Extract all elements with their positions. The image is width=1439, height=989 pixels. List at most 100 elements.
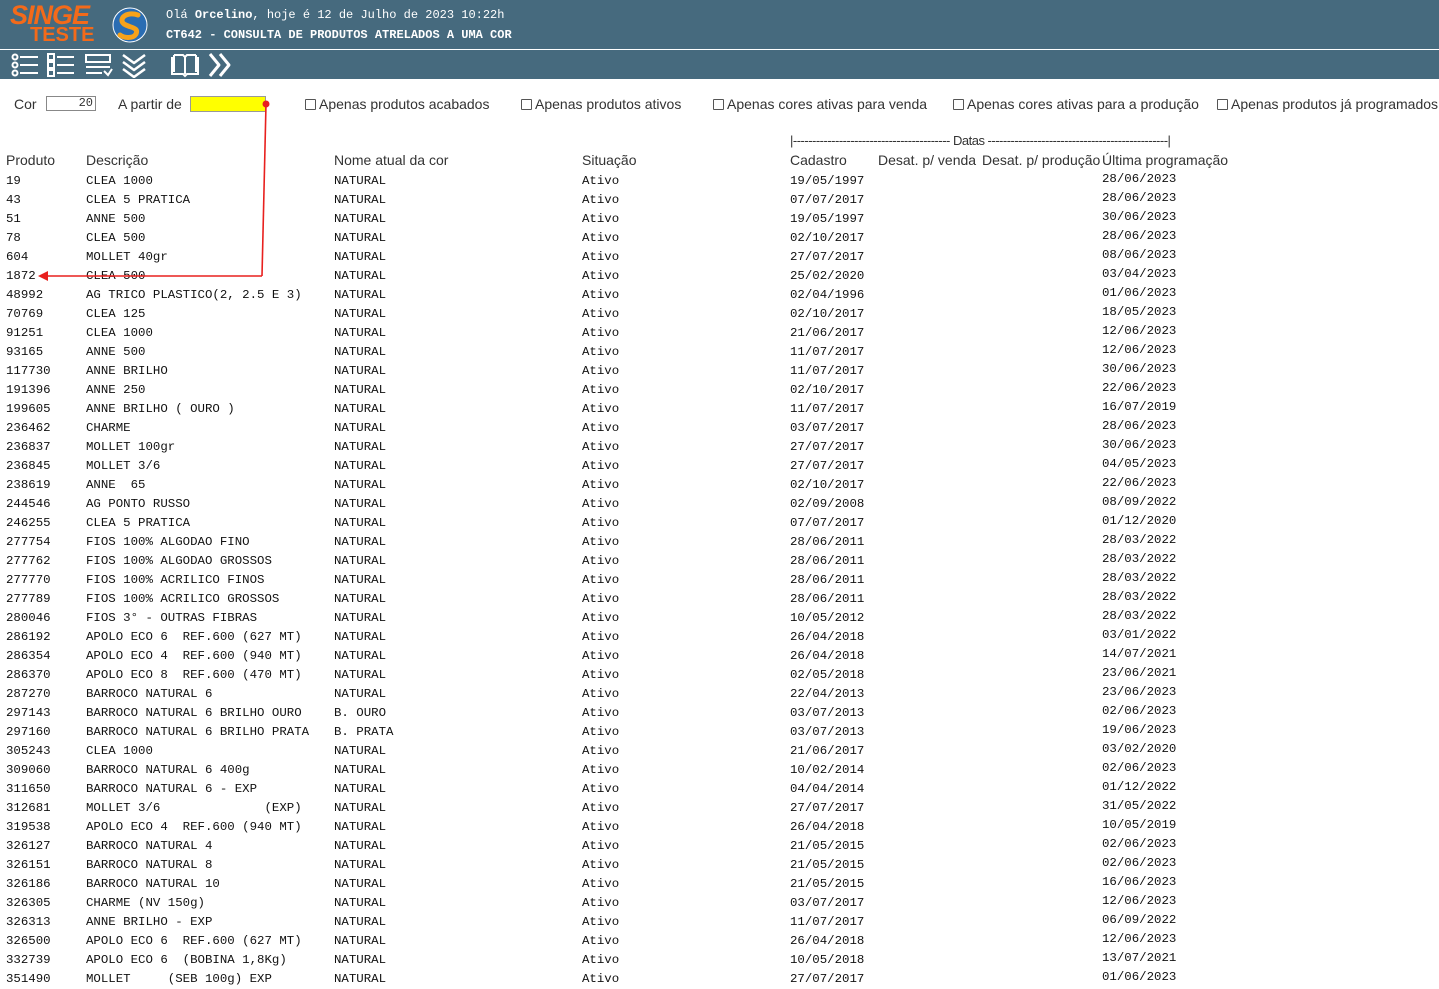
chk-produtos-ativos[interactable]: Apenas produtos ativos [521,96,681,112]
table-row[interactable]: 326500 APOLO ECO 6 REF.600 (627 MT) NATURA… [0,932,1439,951]
table-row[interactable]: 287270 BARROCO NATURAL 6 NATURAL Ativo 22/04… [0,685,1439,704]
cell-nome-cor: NATURAL [334,744,387,758]
table-row[interactable]: 199605 ANNE BRILHO ( OURO ) NATURAL Ativo 11… [0,400,1439,419]
cell-produto: 238619 [6,478,51,492]
cell-situacao: Ativo [582,744,620,758]
chk-cores-ativas-producao[interactable]: Apenas cores ativas para a produção [953,96,1199,112]
table-row[interactable]: 305243 CLEA 1000 NATURAL Ativo 21/06/2017 03/… [0,742,1439,761]
cell-situacao: Ativo [582,573,620,587]
cell-situacao: Ativo [582,478,620,492]
manual-book-icon[interactable] [170,52,200,78]
cell-cadastro: 02/10/2017 [790,383,865,397]
table-row[interactable]: 604 MOLLET 40gr NATURAL Ativo 27/07/2017 08/0… [0,248,1439,267]
table-row[interactable]: 297143 BARROCO NATURAL 6 BRILHO OURO B. OU… [0,704,1439,723]
table-row[interactable]: 70769 CLEA 125 NATURAL Ativo 02/10/2017 18/05… [0,305,1439,324]
cell-descricao: APOLO ECO 8 REF.600 (470 MT) [86,668,302,682]
col-produto: Produto [6,152,56,168]
table-row[interactable]: 191396 ANNE 250 NATURAL Ativo 02/10/2017 22/0… [0,381,1439,400]
table-row[interactable]: 117730 ANNE BRILHO NATURAL Ativo 11/07/2017 3… [0,362,1439,381]
cell-ultima-programacao: 12/06/2023 [1102,343,1177,357]
cell-produto: 604 [6,250,29,264]
cell-cadastro: 11/07/2017 [790,364,865,378]
cor-input[interactable]: 20 [46,96,96,111]
table-row[interactable]: 91251 CLEA 1000 NATURAL Ativo 21/06/2017 12/0… [0,324,1439,343]
checkbox-icon[interactable] [1217,98,1228,110]
table-row[interactable]: 236462 CHARME NATURAL Ativo 03/07/2017 28/06/… [0,419,1439,438]
table-row[interactable]: 280046 FIOS 3° - OUTRAS FIBRAS NATURAL Ativ… [0,609,1439,628]
table-row[interactable]: 326127 BARROCO NATURAL 4 NATURAL Ativo 21/05… [0,837,1439,856]
cell-situacao: Ativo [582,440,620,454]
cell-cadastro: 21/05/2015 [790,877,865,891]
table-row[interactable]: 297160 BARROCO NATURAL 6 BRILHO PRATA B. P… [0,723,1439,742]
cell-situacao: Ativo [582,782,620,796]
expand-all-icon[interactable] [120,52,150,78]
chk-cores-ativas-venda[interactable]: Apenas cores ativas para venda [713,96,927,112]
list-icon[interactable] [10,52,40,78]
table-row[interactable]: 277789 FIOS 100% ACRILICO GROSSOS NATURAL A… [0,590,1439,609]
checkbox-icon[interactable] [953,98,964,110]
table-row[interactable]: 277770 FIOS 100% ACRILICO FINOS NATURAL Ati… [0,571,1439,590]
cell-descricao: FIOS 100% ALGODAO GROSSOS [86,554,272,568]
cell-cadastro: 04/04/2014 [790,782,865,796]
table-row[interactable]: 332739 APOLO ECO 6 (BOBINA 1,8Kg) NATURAL A… [0,951,1439,970]
table-row[interactable]: 286192 APOLO ECO 6 REF.600 (627 MT) NATURA… [0,628,1439,647]
table-row[interactable]: 309060 BARROCO NATURAL 6 400g NATURAL Ativo… [0,761,1439,780]
checkbox-icon[interactable] [521,98,532,110]
cell-nome-cor: NATURAL [334,839,387,853]
cell-ultima-programacao: 03/04/2023 [1102,267,1177,281]
table-row[interactable]: 312681 MOLLET 3/6 (EXP) NATURAL Ativo 27/07/… [0,799,1439,818]
table-row[interactable]: 286354 APOLO ECO 4 REF.600 (940 MT) NATURA… [0,647,1439,666]
cell-descricao: MOLLET 100gr [86,440,176,454]
cell-cadastro: 10/05/2018 [790,953,865,967]
table-row[interactable]: 326313 ANNE BRILHO - EXP NATURAL Ativo 11/07… [0,913,1439,932]
table-row[interactable]: 236837 MOLLET 100gr NATURAL Ativo 27/07/2017… [0,438,1439,457]
table-row[interactable]: 78 CLEA 500 NATURAL Ativo 02/10/2017 28/06/20… [0,229,1439,248]
toolbar [0,50,1439,79]
table-row[interactable]: 246255 CLEA 5 PRATICA NATURAL Ativo 07/07/20… [0,514,1439,533]
table-row[interactable]: 311650 BARROCO NATURAL 6 - EXP NATURAL Ativ… [0,780,1439,799]
cell-descricao: CLEA 5 PRATICA [86,193,191,207]
checkbox-icon[interactable] [305,98,316,110]
cor-label: Cor [14,96,37,112]
table-row[interactable]: 238619 ANNE 65 NATURAL Ativo 02/10/2017 22/06… [0,476,1439,495]
chk-produtos-acabados[interactable]: Apenas produtos acabados [305,96,489,112]
cell-nome-cor: NATURAL [334,763,387,777]
table-row[interactable]: 277762 FIOS 100% ALGODAO GROSSOS NATURAL At… [0,552,1439,571]
cell-ultima-programacao: 14/07/2021 [1102,647,1177,661]
cell-situacao: Ativo [582,288,620,302]
table-row[interactable]: 351490 MOLLET (SEB 100g) EXP NATURAL Ativo 2… [0,970,1439,989]
table-row[interactable]: 326151 BARROCO NATURAL 8 NATURAL Ativo 21/05… [0,856,1439,875]
table-row[interactable]: 286370 APOLO ECO 8 REF.600 (470 MT) NATURA… [0,666,1439,685]
table-row[interactable]: 48992 AG TRICO PLASTICO(2, 2.5 E 3) NATURA… [0,286,1439,305]
next-icon[interactable] [206,52,236,78]
cell-descricao: BARROCO NATURAL 8 [86,858,213,872]
table-row[interactable]: 1872 CLEA 500 NATURAL Ativo 25/02/2020 03/04/… [0,267,1439,286]
chk-produtos-programados[interactable]: Apenas produtos já programados [1217,96,1438,112]
table-row[interactable]: 93165 ANNE 500 NATURAL Ativo 11/07/2017 12/06… [0,343,1439,362]
cell-nome-cor: NATURAL [334,516,387,530]
table-row[interactable]: 51 ANNE 500 NATURAL Ativo 19/05/1997 30/06/20… [0,210,1439,229]
cell-cadastro: 02/09/2008 [790,497,865,511]
table-row[interactable]: 326186 BARROCO NATURAL 10 NATURAL Ativo 21/0… [0,875,1439,894]
cell-produto: 319538 [6,820,51,834]
cell-produto: 297160 [6,725,51,739]
cell-situacao: Ativo [582,383,620,397]
cell-cadastro: 07/07/2017 [790,516,865,530]
table-row[interactable]: 19 CLEA 1000 NATURAL Ativo 19/05/1997 28/06/2… [0,172,1439,191]
table-row[interactable]: 244546 AG PONTO RUSSO NATURAL Ativo 02/09/20… [0,495,1439,514]
table-row[interactable]: 326305 CHARME (NV 150g) NATURAL Ativo 03/07/… [0,894,1439,913]
checkbox-icon[interactable] [713,98,724,110]
table-row[interactable]: 277754 FIOS 100% ALGODAO FINO NATURAL Ativo… [0,533,1439,552]
cell-descricao: ANNE BRILHO - EXP [86,915,213,929]
cell-produto: 326151 [6,858,51,872]
table-row[interactable]: 236845 MOLLET 3/6 NATURAL Ativo 27/07/2017 04… [0,457,1439,476]
apartir-input[interactable] [190,96,266,112]
table-row[interactable]: 43 CLEA 5 PRATICA NATURAL Ativo 07/07/2017 28… [0,191,1439,210]
cell-nome-cor: NATURAL [334,687,387,701]
checklist-icon[interactable] [46,52,76,78]
cell-situacao: Ativo [582,459,620,473]
table-row[interactable]: 319538 APOLO ECO 4 REF.600 (940 MT) NATURA… [0,818,1439,837]
form-icon[interactable] [84,52,114,78]
col-nome-cor: Nome atual da cor [334,152,449,168]
cell-situacao: Ativo [582,858,620,872]
